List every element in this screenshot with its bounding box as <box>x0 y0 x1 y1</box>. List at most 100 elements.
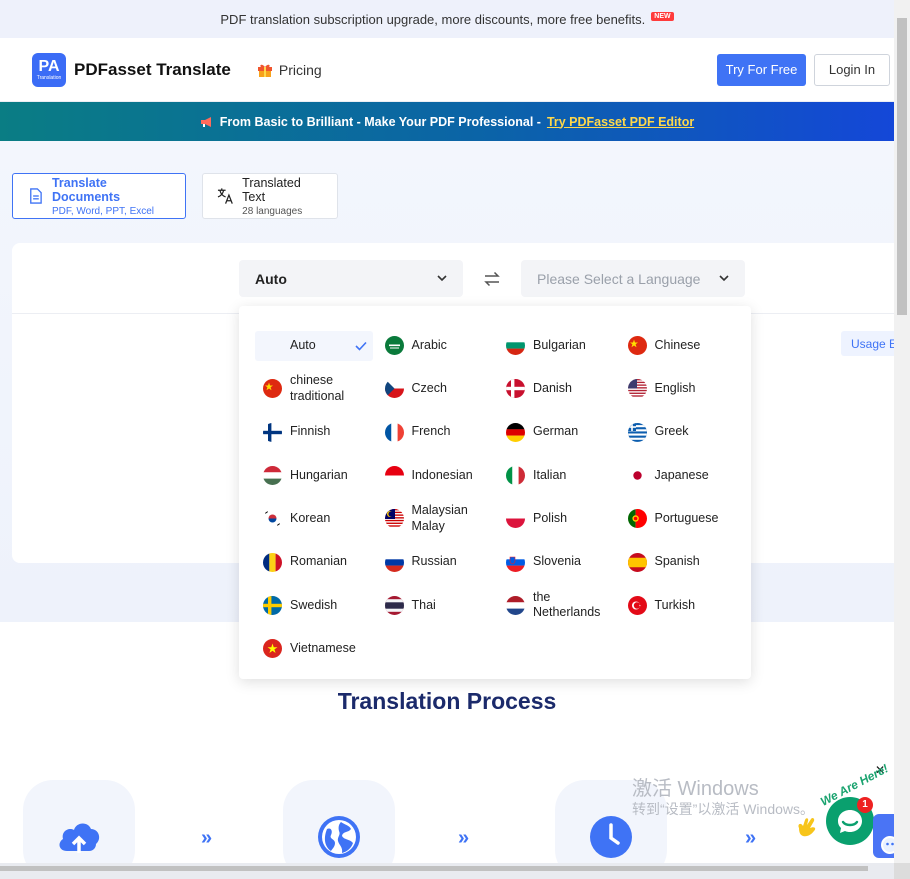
assistant-side-button[interactable] <box>873 814 899 858</box>
flag-tr-icon <box>627 595 647 615</box>
gift-icon <box>257 64 272 77</box>
language-option-auto[interactable]: Auto <box>255 330 373 361</box>
language-option-russian[interactable]: Russian <box>377 540 499 583</box>
language-option-label: German <box>533 424 579 439</box>
language-option-japanese[interactable]: Japanese <box>620 454 742 497</box>
flag-it-icon <box>506 466 525 486</box>
login-button[interactable]: Login In <box>814 53 890 86</box>
checkmark-icon <box>355 341 367 351</box>
chevron-down-icon <box>437 275 447 282</box>
flag-se-icon <box>263 595 282 615</box>
horizontal-scrollbar[interactable] <box>0 863 894 879</box>
language-option-italian[interactable]: Italian <box>498 454 620 497</box>
clock-icon <box>590 816 632 858</box>
logo-mark-text: PA <box>38 57 60 75</box>
flag-jp-icon <box>627 466 647 486</box>
language-option-portuguese[interactable]: Portuguese <box>620 497 742 540</box>
flag-cn-icon <box>263 379 282 399</box>
language-option-label: Malaysian Malay <box>411 503 468 533</box>
flag-cz-icon <box>384 379 404 399</box>
language-option-spanish[interactable]: Spanish <box>620 540 742 583</box>
top-notice[interactable]: PDF translation subscription upgrade, mo… <box>0 0 894 38</box>
language-option-indonesian[interactable]: Indonesian <box>377 454 499 497</box>
language-option-czech[interactable]: Czech <box>377 367 499 410</box>
language-option-vietnamese[interactable]: Vietnamese <box>255 627 377 670</box>
language-option-label: Slovenia <box>533 554 581 569</box>
language-option-malaysian-malay[interactable]: Malaysian Malay <box>377 497 499 540</box>
flag-vn-icon <box>263 639 282 659</box>
promo-text: From Basic to Brilliant - Make Your PDF … <box>219 114 541 129</box>
language-option-polish[interactable]: Polish <box>498 497 620 540</box>
usage-button[interactable]: Usage E <box>841 331 894 356</box>
waving-hand-icon <box>798 817 816 837</box>
language-option-label: Auto <box>290 337 316 352</box>
language-selector-row: Auto Please Select a Language <box>239 260 745 297</box>
robot-icon <box>881 836 899 854</box>
flag-fr-icon <box>384 422 404 442</box>
language-option-korean[interactable]: Korean <box>255 497 377 540</box>
language-option-label: Indonesian <box>411 467 473 482</box>
language-option-arabic[interactable]: Arabic <box>377 324 499 367</box>
language-option-the-netherlands[interactable]: the Netherlands <box>498 584 620 627</box>
horizontal-scrollbar-thumb[interactable] <box>0 866 868 871</box>
language-option-thai[interactable]: Thai <box>377 584 499 627</box>
language-option-swedish[interactable]: Swedish <box>255 584 377 627</box>
language-option-label: chinese traditional <box>290 373 345 403</box>
logo-mark-sub: Translation <box>36 74 62 81</box>
language-option-hungarian[interactable]: Hungarian <box>255 454 377 497</box>
chevron-down-icon <box>719 275 729 282</box>
translate-icon <box>217 188 233 204</box>
language-option-french[interactable]: French <box>377 411 499 454</box>
logo[interactable]: PA Translation PDFasset Translate <box>32 52 231 87</box>
language-option-greek[interactable]: Greek <box>620 411 742 454</box>
language-option-label: French <box>411 424 451 439</box>
flag-fi-icon <box>263 422 282 442</box>
tab-translate-documents[interactable]: Translate Documents PDF, Word, PPT, Exce… <box>12 173 186 219</box>
language-option-label: Greek <box>654 424 689 439</box>
vertical-scrollbar-thumb[interactable] <box>897 18 907 315</box>
tab-subtitle: 28 languages <box>242 205 303 217</box>
logo-text: PDFasset Translate <box>74 59 231 79</box>
flag-bg-icon <box>506 336 525 356</box>
windows-watermark-subtitle: 转到“设置”以激活 Windows。 <box>632 801 815 817</box>
source-language-value: Auto <box>255 270 287 287</box>
flag-pl-icon <box>506 509 525 529</box>
try-free-button[interactable]: Try For Free <box>717 53 806 86</box>
pricing-link[interactable]: Pricing <box>257 62 322 78</box>
language-option-label: Czech <box>411 381 447 396</box>
language-option-label: Swedish <box>290 597 338 612</box>
language-dropdown: Auto Arabic Bulgarian Chinese chinese tradit… <box>239 306 751 679</box>
language-option-label: Bulgarian <box>533 337 586 352</box>
promo-link[interactable]: Try PDFasset PDF Editor <box>547 115 694 129</box>
language-option-bulgarian[interactable]: Bulgarian <box>498 324 620 367</box>
language-option-romanian[interactable]: Romanian <box>255 540 377 583</box>
language-list: Auto Arabic Bulgarian Chinese chinese tradit… <box>255 324 741 670</box>
swap-icon <box>484 271 500 286</box>
language-option-turkish[interactable]: Turkish <box>620 584 742 627</box>
cloud-upload-icon <box>59 823 100 853</box>
source-language-select[interactable]: Auto <box>239 260 463 297</box>
language-option-slovenia[interactable]: Slovenia <box>498 540 620 583</box>
swap-languages-button[interactable] <box>463 271 521 287</box>
pricing-label: Pricing <box>278 61 322 78</box>
language-option-danish[interactable]: Danish <box>498 367 620 410</box>
language-option-label: Portuguese <box>654 511 719 526</box>
flag-dk-icon <box>506 379 525 399</box>
flag-de-icon <box>506 422 525 442</box>
flag-es-icon <box>627 552 647 572</box>
language-option-chinese[interactable]: Chinese <box>620 324 742 367</box>
language-option-label: English <box>654 381 696 396</box>
flag-hu-icon <box>263 466 282 486</box>
language-option-english[interactable]: English <box>620 367 742 410</box>
language-option-label: Chinese <box>654 337 701 352</box>
language-option-label: Danish <box>533 381 572 396</box>
target-language-select[interactable]: Please Select a Language <box>521 260 745 297</box>
language-option-label: Arabic <box>411 337 447 352</box>
tab-translated-text[interactable]: Translated Text 28 languages <box>202 173 338 219</box>
language-option-finnish[interactable]: Finnish <box>255 411 377 454</box>
flag-sa-icon <box>384 336 404 356</box>
language-option-german[interactable]: German <box>498 411 620 454</box>
page: PDF translation subscription upgrade, mo… <box>0 0 894 863</box>
vertical-scrollbar[interactable] <box>894 0 910 863</box>
language-option-chinese-traditional[interactable]: chinese traditional <box>255 367 377 410</box>
